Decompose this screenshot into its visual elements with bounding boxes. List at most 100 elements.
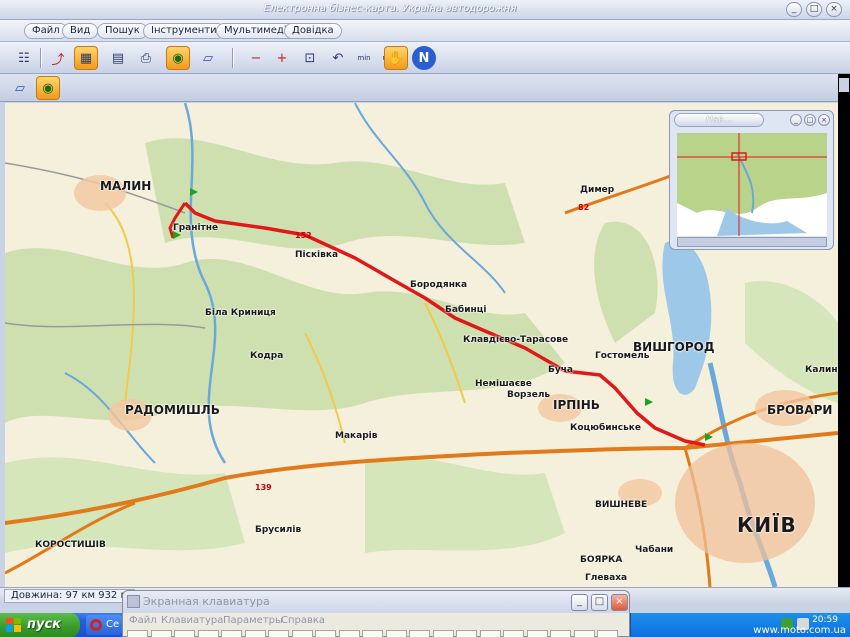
maximize-button[interactable]: □ [806, 2, 822, 17]
osk-title: Экранная клавиатура [143, 595, 270, 608]
place-label: Буча [548, 365, 573, 375]
osk-menu-file[interactable]: Файл [129, 615, 157, 626]
close-button[interactable]: × [826, 2, 842, 17]
place-label: БОЯРКА [580, 555, 623, 565]
osk-key[interactable] [573, 630, 595, 637]
truck-icon[interactable]: ▦ [74, 46, 98, 70]
overview-close-button[interactable]: × [818, 114, 830, 126]
taskbar-item-label: Се [106, 619, 120, 630]
window-title: Електронна бізнес-карта. Україна автодор… [263, 3, 517, 14]
place-label: ІРПІНЬ [553, 398, 600, 412]
osk-menu-keyboard[interactable]: Клавиатура [161, 615, 223, 626]
osk-close-button[interactable]: × [611, 594, 628, 611]
osk-key[interactable] [291, 630, 313, 637]
osk-key[interactable] [503, 630, 524, 637]
eraser-icon[interactable]: ▱ [196, 46, 220, 70]
osk-key[interactable] [150, 630, 172, 637]
zoom-back-icon[interactable]: ↶ [326, 46, 350, 70]
osk-key-row [127, 630, 625, 637]
secondary-toolbar: ▱ ◉ [0, 74, 838, 102]
place-label: БРОВАРИ [767, 403, 833, 417]
title-bar[interactable]: Електронна бізнес-карта. Україна автодор… [0, 0, 850, 20]
road-number-label: 82 [578, 203, 590, 212]
osk-key[interactable] [315, 630, 336, 637]
osk-key[interactable] [174, 630, 195, 637]
place-label: РАДОМИШЛЬ [125, 403, 220, 417]
place-label: Димер [580, 185, 615, 195]
menu-view[interactable]: Вид [62, 23, 99, 39]
scroll-thumb[interactable] [839, 78, 849, 92]
place-label: Макарів [335, 431, 378, 441]
place-label: Гранітне [173, 223, 219, 233]
osk-key[interactable] [597, 630, 618, 637]
start-button[interactable]: пуск [0, 613, 80, 637]
osk-key[interactable] [432, 630, 454, 637]
osk-key[interactable] [127, 630, 148, 637]
zoom-rect-icon[interactable]: ⊡ [298, 46, 322, 70]
keyboard-icon [127, 595, 140, 608]
on-screen-keyboard-window[interactable]: Экранная клавиатура _ □ × Файл Клавиатур… [122, 590, 630, 637]
osk-key[interactable] [456, 630, 477, 637]
menu-tools[interactable]: Інструменти [143, 23, 225, 39]
osk-key[interactable] [362, 630, 383, 637]
overview-panel[interactable]: Нав... _ □ × [669, 110, 834, 250]
eraser-icon[interactable]: ▱ [8, 76, 32, 100]
osk-key[interactable] [409, 630, 430, 637]
overview-minimap[interactable] [677, 133, 827, 236]
osk-key[interactable] [479, 630, 501, 637]
osk-key[interactable] [526, 630, 548, 637]
osk-menu-settings[interactable]: Параметры [223, 615, 283, 626]
place-label: Пісківка [295, 250, 339, 260]
windows-logo-icon [6, 618, 21, 632]
toolbar-separator [232, 48, 234, 68]
place-label: Біла Криниця [205, 308, 276, 318]
place-label: Немішаєве [475, 379, 532, 389]
osk-menu-bar: Файл Клавиатура Параметры Справка [123, 613, 629, 629]
place-label: Ворзель [507, 390, 551, 400]
table-icon[interactable]: ▤ [106, 46, 130, 70]
hand-icon[interactable]: ✋ [384, 46, 408, 70]
eye-icon[interactable]: ◉ [36, 76, 60, 100]
layers-icon[interactable]: ☷ [12, 46, 36, 70]
place-label: Клавдієво-Тарасове [463, 335, 569, 345]
system-tray: 20:59 www.moto.com.ua [630, 613, 850, 637]
osk-key[interactable] [244, 630, 266, 637]
osk-key[interactable] [338, 630, 360, 637]
osk-title-bar[interactable]: Экранная клавиатура _ □ × [123, 591, 629, 613]
route-icon[interactable]: ⤴ [46, 46, 70, 70]
place-label: Глеваха [585, 573, 628, 583]
route-length-status: Довжина: 97 км 932 м [4, 589, 136, 603]
taskbar-item-browser[interactable]: Се [86, 615, 122, 635]
menu-search[interactable]: Пошук [97, 23, 148, 39]
place-label: КИЇВ [737, 513, 797, 537]
opera-icon [90, 619, 102, 631]
north-icon[interactable]: N [412, 46, 436, 70]
osk-key[interactable] [197, 630, 219, 637]
printer-icon[interactable]: ⎙ [134, 46, 158, 70]
place-label: Кодра [250, 351, 284, 361]
osk-maximize-button[interactable]: □ [591, 594, 608, 611]
osk-key[interactable] [221, 630, 242, 637]
overview-maximize-button[interactable]: □ [804, 114, 816, 126]
place-label: ВИШГОРОД [633, 340, 715, 354]
zoom-out-icon[interactable]: − [244, 46, 268, 70]
place-label: ВИШНЕВЕ [595, 500, 648, 510]
osk-key[interactable] [550, 630, 571, 637]
place-label: Калинi [805, 365, 838, 375]
zoom-min-icon[interactable]: min [352, 46, 376, 70]
overview-minimize-button[interactable]: _ [790, 114, 802, 126]
menu-help[interactable]: Довідка [284, 23, 342, 39]
eye-icon[interactable]: ◉ [166, 46, 190, 70]
minimize-button[interactable]: _ [786, 2, 802, 17]
place-label: Бородянка [410, 280, 468, 290]
osk-minimize-button[interactable]: _ [571, 594, 588, 611]
zoom-in-icon[interactable]: + [270, 46, 294, 70]
overview-scrollbar[interactable] [677, 237, 827, 247]
osk-key[interactable] [385, 630, 407, 637]
minimap-graphics [677, 133, 827, 236]
place-label: МАЛИН [100, 179, 152, 193]
osk-key[interactable] [268, 630, 289, 637]
vertical-scrollbar[interactable] [838, 74, 850, 587]
osk-menu-help[interactable]: Справка [281, 615, 325, 626]
road-number-label: 152 [295, 231, 312, 240]
